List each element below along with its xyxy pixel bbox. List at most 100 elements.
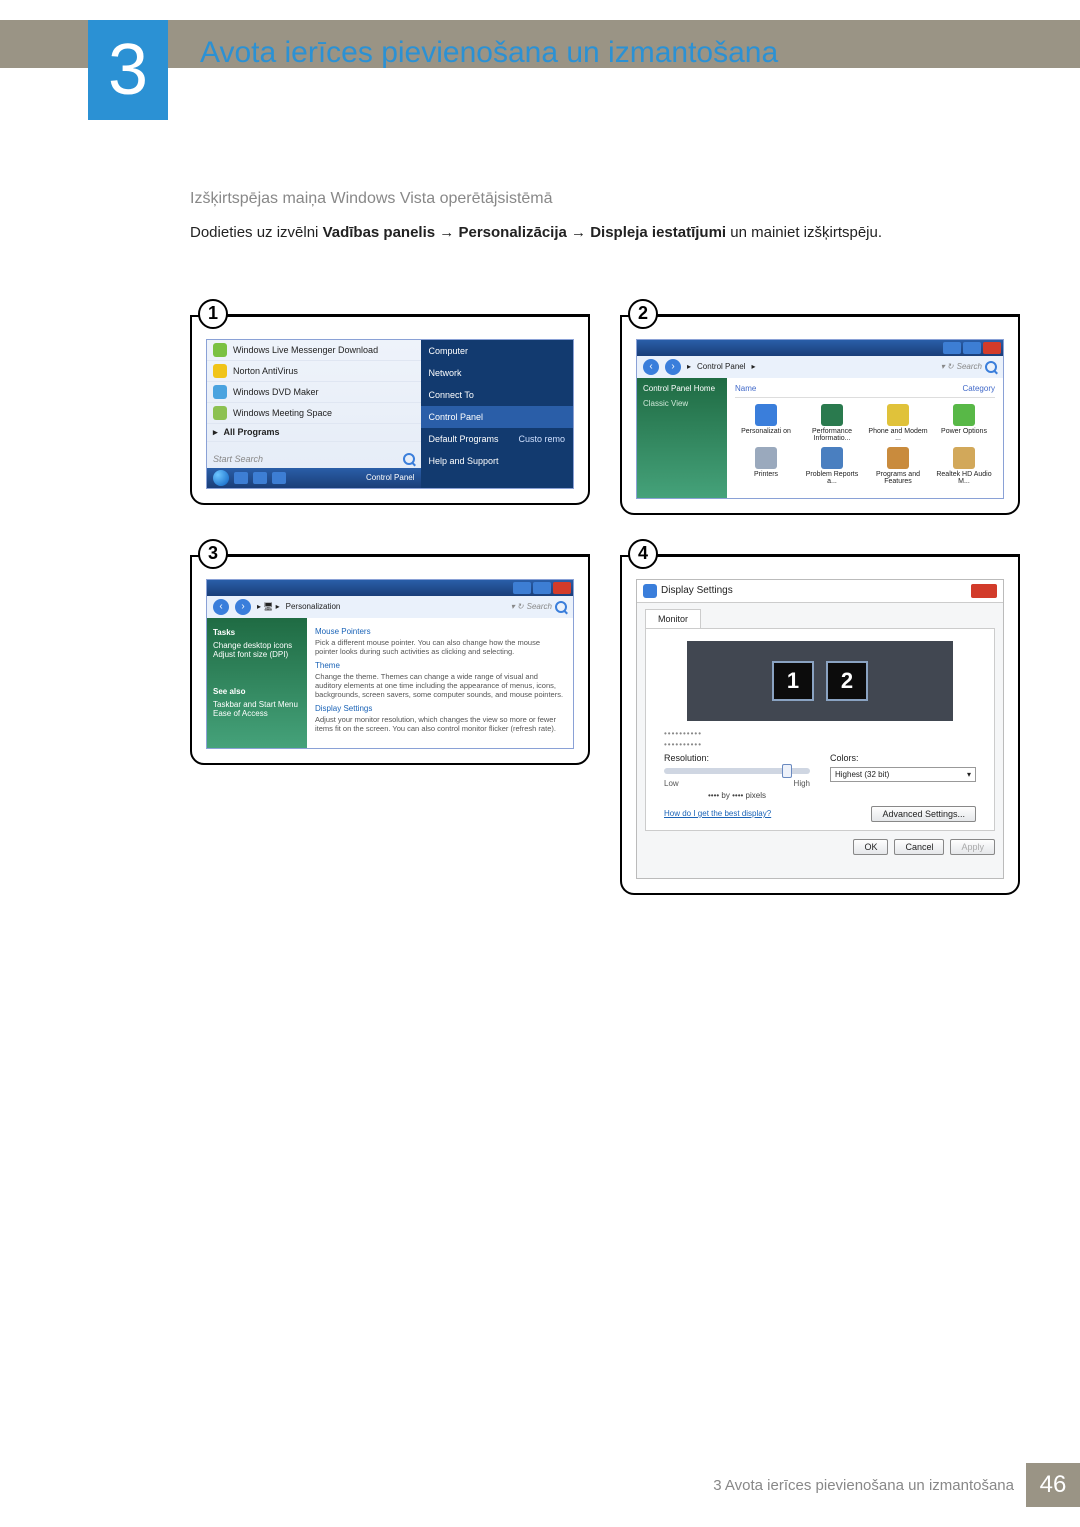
advanced-settings-button[interactable]: Advanced Settings... — [871, 806, 976, 822]
arrow-1: → — [439, 224, 454, 241]
section-display[interactable]: Display Settings — [315, 704, 565, 713]
section-mouse[interactable]: Mouse Pointers — [315, 627, 565, 636]
item-programs[interactable]: Programs and Features — [867, 447, 929, 485]
meeting-icon — [213, 406, 227, 420]
start-search-row: Start Search — [207, 450, 421, 468]
start-search-input[interactable]: Start Search — [213, 454, 263, 464]
item-problem[interactable]: Problem Reports a... — [801, 447, 863, 485]
start-item-dvd[interactable]: Windows DVD Maker — [207, 382, 421, 403]
column-headers: Name Category — [735, 382, 995, 398]
maximize-button[interactable] — [963, 342, 981, 354]
section-subheading: Izšķirtspējas maiņa Windows Vista operēt… — [190, 190, 1020, 208]
right-connect[interactable]: Connect To — [421, 384, 574, 406]
back-icon[interactable]: ‹ — [213, 599, 229, 615]
cancel-button[interactable]: Cancel — [894, 839, 944, 855]
ok-button[interactable]: OK — [853, 839, 888, 855]
display-icon — [643, 584, 657, 598]
problem-icon — [821, 447, 843, 469]
taskbar-control-panel[interactable]: Control Panel — [366, 473, 414, 482]
tab-monitor[interactable]: Monitor — [645, 609, 701, 628]
col-category[interactable]: Category — [963, 384, 995, 393]
maximize-button[interactable] — [533, 582, 551, 594]
colors-combo[interactable]: Highest (32 bit) — [830, 767, 976, 782]
section-theme[interactable]: Theme — [315, 661, 565, 670]
start-menu-right: Computer Network Connect To Control Pane… — [421, 340, 574, 488]
start-item-meeting[interactable]: Windows Meeting Space — [207, 403, 421, 424]
resolution-slider[interactable] — [664, 768, 810, 774]
item-personalization[interactable]: Personalizati on — [735, 404, 797, 442]
back-icon[interactable]: ‹ — [643, 359, 659, 375]
instruction-prefix: Dodieties uz izvēlni — [190, 224, 323, 241]
breadcrumb-text[interactable]: Control Panel — [697, 362, 745, 371]
sidebar-ease[interactable]: Ease of Access — [213, 709, 301, 718]
search-icon[interactable] — [985, 361, 997, 373]
help-link[interactable]: How do I get the best display? — [664, 809, 771, 818]
screenshot-panel-3: 3 ‹ › ▸ 🖥 ▸ Personalization ▾ — [190, 555, 590, 895]
item-printers[interactable]: Printers — [735, 447, 797, 485]
search-icon[interactable] — [403, 453, 415, 465]
messenger-icon — [213, 343, 227, 357]
colors-label: Colors: — [830, 753, 976, 763]
start-all-programs[interactable]: ▸All Programs — [207, 424, 421, 442]
start-orb-icon[interactable] — [213, 470, 229, 486]
minimize-button[interactable] — [513, 582, 531, 594]
slider-low: Low — [664, 779, 679, 788]
col-name[interactable]: Name — [735, 384, 756, 393]
chevron-right-icon: ▸ — [213, 427, 218, 438]
personalization-screenshot: ‹ › ▸ 🖥 ▸ Personalization ▾ ↻ Search Tas… — [206, 579, 574, 749]
item-power[interactable]: Power Options — [933, 404, 995, 442]
badge-line — [214, 314, 590, 316]
right-network[interactable]: Network — [421, 362, 574, 384]
sidebar-taskbar[interactable]: Taskbar and Start Menu — [213, 700, 301, 709]
forward-icon[interactable]: › — [665, 359, 681, 375]
sidebar-desktop-icons[interactable]: Change desktop icons — [213, 641, 301, 650]
sidebar-classic-view[interactable]: Classic View — [643, 399, 721, 408]
step-badge-1: 1 — [198, 299, 228, 329]
forward-icon[interactable]: › — [235, 599, 251, 615]
slider-thumb[interactable] — [782, 764, 792, 778]
close-button[interactable] — [553, 582, 571, 594]
footer-text: 3 Avota ierīces pievienošana un izmantoš… — [713, 1477, 1014, 1494]
right-default-programs[interactable]: Default Programs Custo remo — [421, 428, 574, 450]
breadcrumb-bar: ‹ › ▸ Control Panel ▸ ▾ ↻ Search — [637, 356, 1003, 378]
realtek-icon — [953, 447, 975, 469]
item-realtek[interactable]: Realtek HD Audio M... — [933, 447, 995, 485]
instruction-suffix: un mainiet izšķirtspēju. — [730, 224, 882, 241]
monitor-2[interactable]: 2 — [826, 661, 868, 701]
control-panel-sidebar: Control Panel Home Classic View — [637, 378, 727, 498]
right-computer[interactable]: Computer — [421, 340, 574, 362]
search-refresh-icon[interactable]: ▾ ↻ — [941, 362, 954, 371]
sidebar-home[interactable]: Control Panel Home — [643, 384, 721, 393]
search-input[interactable]: Search — [957, 362, 982, 371]
start-item-antivirus[interactable]: Norton AntiVirus — [207, 361, 421, 382]
step-badge-3: 3 — [198, 539, 228, 569]
sidebar-font-size[interactable]: Adjust font size (DPI) — [213, 650, 301, 659]
taskbar-button[interactable] — [234, 472, 248, 484]
label: Phone and Modem ... — [867, 428, 929, 442]
control-panel-screenshot: ‹ › ▸ Control Panel ▸ ▾ ↻ Search C — [636, 339, 1004, 499]
item-performance[interactable]: Performance Informatio... — [801, 404, 863, 442]
monitor-1[interactable]: 1 — [772, 661, 814, 701]
search-icon[interactable] — [555, 601, 567, 613]
search-refresh-icon[interactable]: ▾ ↻ — [511, 602, 524, 611]
pixel-label: •••• by •••• pixels — [664, 791, 810, 800]
taskbar-button[interactable] — [272, 472, 286, 484]
breadcrumb-text[interactable]: Personalization — [286, 602, 341, 611]
start-item-messenger[interactable]: Windows Live Messenger Download — [207, 340, 421, 361]
personalization-body: Tasks Change desktop icons Adjust font s… — [207, 618, 573, 748]
label: Power Options — [941, 428, 987, 435]
power-icon — [953, 404, 975, 426]
taskbar-button[interactable] — [253, 472, 267, 484]
apply-button[interactable]: Apply — [950, 839, 995, 855]
close-button[interactable] — [971, 584, 997, 598]
right-control-panel[interactable]: Control Panel — [421, 406, 574, 428]
right-help[interactable]: Help and Support — [421, 450, 574, 472]
label: Windows DVD Maker — [233, 387, 319, 397]
item-phone[interactable]: Phone and Modem ... — [867, 404, 929, 442]
search-input[interactable]: Search — [527, 602, 552, 611]
personalization-sidebar: Tasks Change desktop icons Adjust font s… — [207, 618, 307, 748]
minimize-button[interactable] — [943, 342, 961, 354]
label: Performance Informatio... — [801, 428, 863, 442]
dialog-actions: OK Cancel Apply — [645, 839, 995, 855]
close-button[interactable] — [983, 342, 1001, 354]
